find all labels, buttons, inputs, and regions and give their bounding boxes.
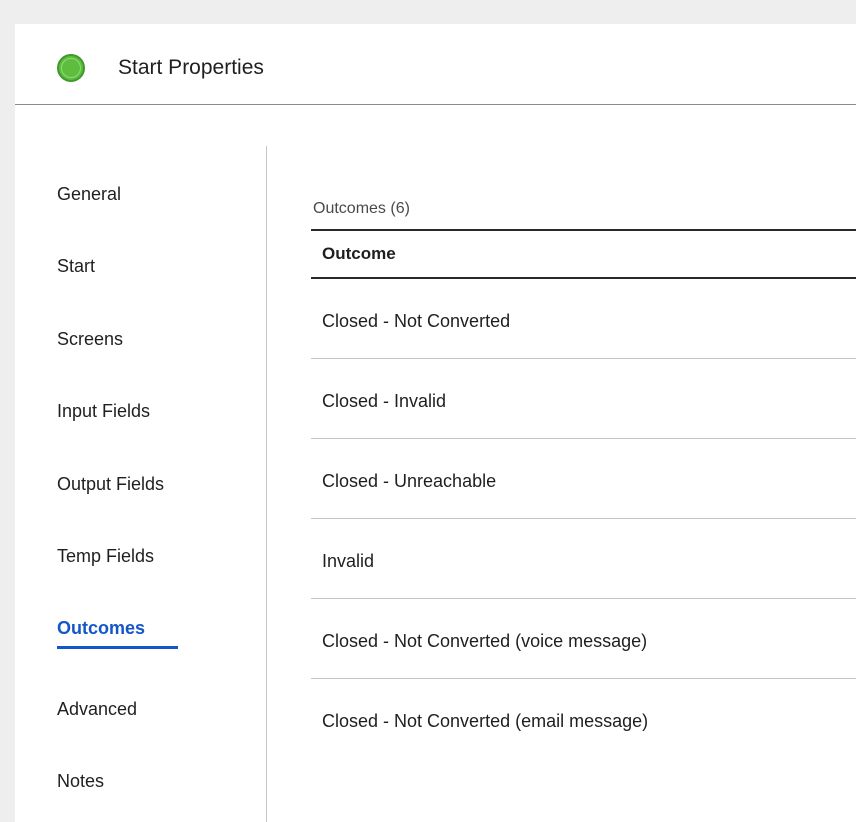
sidebar-item-general[interactable]: General xyxy=(57,184,121,205)
outcome-cell: Closed - Not Converted (email message) xyxy=(322,711,649,731)
outcomes-count-label: Outcomes (6) xyxy=(313,200,410,217)
sidebar-item-input-fields[interactable]: Input Fields xyxy=(57,401,150,422)
outcome-cell: Closed - Unreachable xyxy=(322,471,497,491)
table-row[interactable]: Closed - Not Converted xyxy=(311,279,856,359)
sidebar-item-output-fields[interactable]: Output Fields xyxy=(57,474,164,495)
table-row[interactable]: Closed - Not Converted (email message) xyxy=(311,679,856,759)
sidebar-item-advanced[interactable]: Advanced xyxy=(57,699,137,720)
sidebar-item-notes[interactable]: Notes xyxy=(57,771,104,792)
top-background-strip xyxy=(0,0,856,24)
outcome-cell: Closed - Not Converted (voice message) xyxy=(322,631,648,651)
properties-panel: Start Properties General Start Screens I… xyxy=(15,24,856,822)
left-background-strip xyxy=(0,0,15,822)
table-header: Outcome xyxy=(311,229,856,279)
table-row[interactable]: Closed - Not Converted (voice message) xyxy=(311,599,856,679)
page-title: Start Properties xyxy=(118,56,264,79)
column-header-outcome: Outcome xyxy=(322,244,396,263)
status-circle-icon xyxy=(57,54,85,82)
sidebar-item-screens[interactable]: Screens xyxy=(57,329,123,350)
sidebar-item-temp-fields[interactable]: Temp Fields xyxy=(57,546,154,567)
outcome-cell: Closed - Invalid xyxy=(322,391,447,411)
table-row[interactable]: Closed - Invalid xyxy=(311,359,856,439)
table-row[interactable]: Closed - Unreachable xyxy=(311,439,856,519)
outcome-cell: Closed - Not Converted xyxy=(322,311,511,331)
panel-header: Start Properties xyxy=(15,24,856,105)
properties-sidebar: General Start Screens Input Fields Outpu… xyxy=(15,146,267,822)
outcomes-content: Outcomes (6) Outcome Closed - Not Conver… xyxy=(268,105,856,822)
sidebar-item-start[interactable]: Start xyxy=(57,256,95,277)
outcome-cell: Invalid xyxy=(322,551,375,571)
active-tab-underline xyxy=(57,646,178,649)
table-row[interactable]: Invalid xyxy=(311,519,856,599)
sidebar-item-outcomes[interactable]: Outcomes xyxy=(57,618,145,639)
